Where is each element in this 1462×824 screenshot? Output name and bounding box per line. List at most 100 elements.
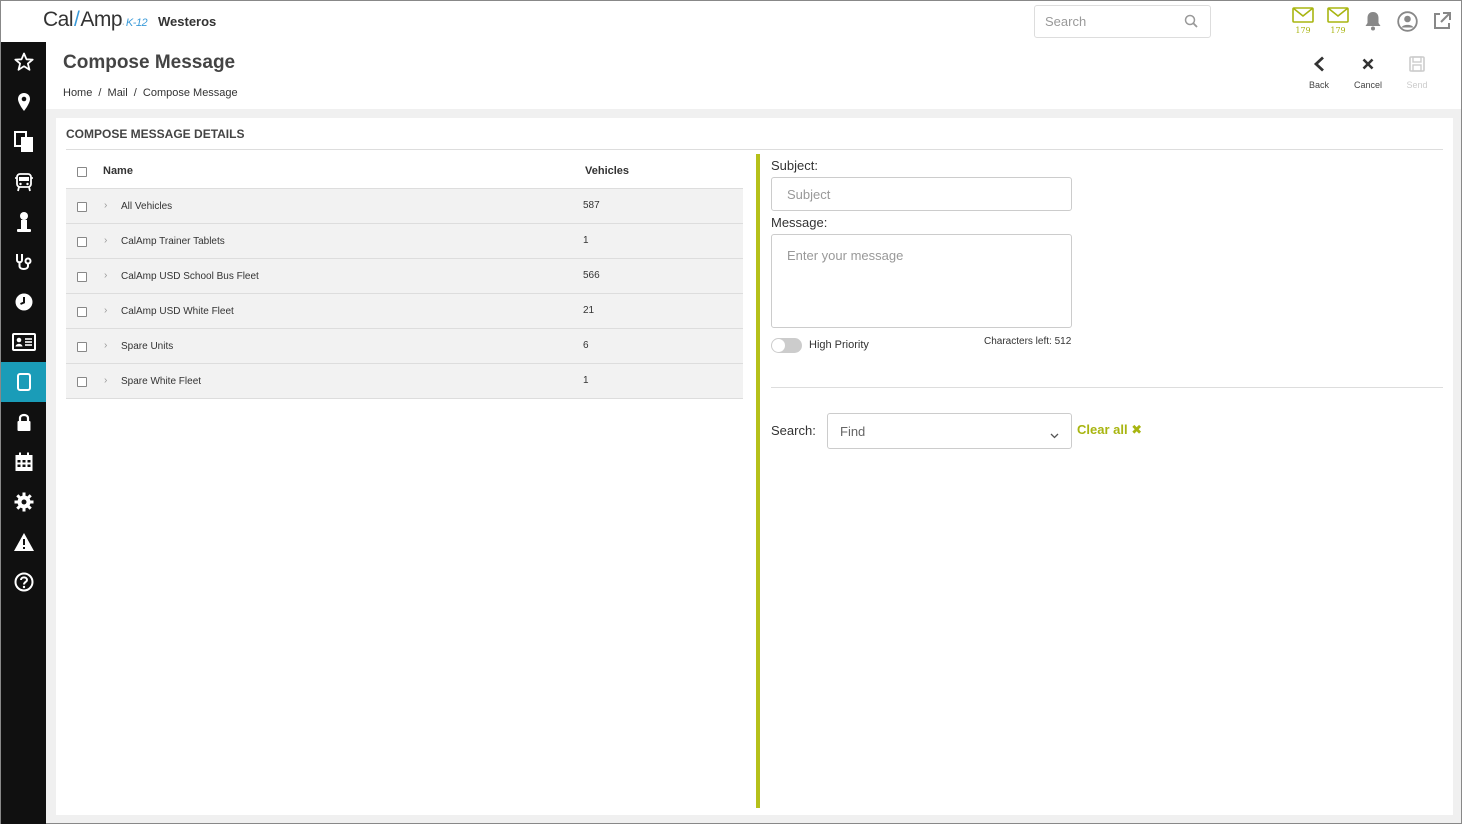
breadcrumb-separator: /	[133, 87, 137, 99]
sidebar-item-students[interactable]	[1, 202, 46, 242]
table-row[interactable]: › Spare White Fleet 1	[66, 364, 743, 399]
row-vehicles: 566	[583, 270, 600, 281]
mail-inbox-button[interactable]: 179	[1291, 7, 1315, 35]
find-dropdown[interactable]: Find	[827, 413, 1072, 449]
page-title: Compose Message	[63, 52, 236, 73]
save-icon	[1397, 54, 1437, 74]
breadcrumb-current: Compose Message	[142, 87, 238, 99]
sidebar-item-reports[interactable]	[1, 122, 46, 162]
breadcrumb-mail[interactable]: Mail	[108, 87, 128, 99]
calamp-logo[interactable]: Cal / Amp · K-12	[43, 8, 148, 32]
row-checkbox[interactable]	[77, 342, 87, 352]
row-name: Spare Units	[121, 341, 174, 352]
bus-icon	[14, 173, 33, 192]
table-row[interactable]: › CalAmp USD School Bus Fleet 566	[66, 259, 743, 294]
sidebar-item-history[interactable]	[1, 282, 46, 322]
mail-icon	[1327, 7, 1349, 27]
high-priority-toggle[interactable]	[771, 338, 802, 353]
table-row[interactable]: › CalAmp Trainer Tablets 1	[66, 224, 743, 259]
find-value: Find	[840, 424, 866, 439]
send-label: Send	[1406, 80, 1428, 90]
lock-icon	[17, 413, 30, 431]
search-icon[interactable]	[1184, 14, 1198, 33]
row-checkbox[interactable]	[77, 377, 87, 387]
chevron-right-icon[interactable]: ›	[104, 200, 107, 211]
cancel-label: Cancel	[1353, 80, 1382, 90]
logo-cal: Cal	[43, 8, 74, 31]
table-row[interactable]: › Spare Units 6	[66, 329, 743, 364]
user-profile-icon[interactable]	[1397, 11, 1418, 37]
map-pin-icon	[17, 93, 30, 111]
chevron-right-icon[interactable]: ›	[104, 305, 107, 316]
mail-count: 179	[1295, 26, 1311, 35]
recipient-table: Name Vehicles › All Vehicles 587 › CalAm…	[66, 154, 743, 399]
chevron-right-icon[interactable]: ›	[104, 340, 107, 351]
top-bar: Cal/Amp·K-12 Westeros 179 179	[1, 1, 1461, 42]
sidebar-item-drivers[interactable]	[1, 322, 46, 362]
sidebar-item-map[interactable]	[1, 82, 46, 122]
row-checkbox[interactable]	[77, 307, 87, 317]
cancel-button[interactable]: Cancel	[1348, 54, 1388, 90]
row-checkbox[interactable]	[77, 202, 87, 212]
breadcrumb-separator: /	[98, 87, 102, 99]
back-button[interactable]: Back	[1299, 54, 1339, 90]
external-link-icon[interactable]	[1432, 11, 1452, 36]
row-vehicles: 1	[583, 235, 589, 246]
tablet-icon	[16, 373, 31, 391]
row-checkbox[interactable]	[77, 272, 87, 282]
sidebar-item-settings[interactable]	[1, 482, 46, 522]
logo-amp: Amp	[80, 8, 123, 31]
table-header: Name Vehicles	[66, 154, 743, 189]
toggle-knob	[772, 339, 785, 352]
characters-left: Characters left: 512	[984, 336, 1072, 347]
row-name: All Vehicles	[121, 201, 173, 212]
clear-all-button[interactable]: Clear all ✖	[1077, 422, 1142, 438]
table-row[interactable]: › All Vehicles 587	[66, 189, 743, 224]
send-button[interactable]: Send	[1397, 54, 1437, 90]
back-label: Back	[1308, 80, 1329, 90]
sidebar	[1, 42, 46, 824]
sidebar-item-tablets[interactable]	[1, 362, 46, 402]
chevron-right-icon[interactable]: ›	[104, 270, 107, 281]
chevron-right-icon[interactable]: ›	[104, 375, 107, 386]
form-divider	[771, 387, 1443, 388]
message-textarea[interactable]	[771, 234, 1072, 328]
gear-icon	[14, 492, 33, 512]
mail-outbox-button[interactable]: 179	[1326, 7, 1350, 35]
row-vehicles: 587	[583, 200, 600, 211]
chevron-right-icon[interactable]: ›	[104, 235, 107, 246]
breadcrumb-home[interactable]: Home	[63, 87, 92, 99]
row-vehicles: 6	[583, 340, 589, 351]
mail-icon	[1292, 7, 1314, 27]
row-checkbox[interactable]	[77, 237, 87, 247]
subject-label: Subject:	[771, 158, 818, 173]
sidebar-item-buses[interactable]	[1, 162, 46, 202]
search-label: Search:	[771, 423, 816, 438]
person-icon	[16, 212, 31, 232]
table-row[interactable]: › CalAmp USD White Fleet 21	[66, 294, 743, 329]
page-header: Compose Message Home / Mail / Compose Me…	[46, 42, 1461, 109]
bell-icon[interactable]	[1364, 11, 1382, 36]
row-vehicles: 1	[583, 375, 589, 386]
column-header-name[interactable]: Name	[103, 165, 133, 177]
section-divider	[66, 149, 1443, 150]
chevron-down-icon	[1050, 426, 1059, 444]
high-priority-label: High Priority	[809, 339, 869, 351]
chevron-left-icon	[1299, 54, 1339, 74]
subject-input[interactable]	[771, 177, 1072, 211]
sidebar-item-diagnostics[interactable]	[1, 242, 46, 282]
vertical-divider	[756, 154, 760, 808]
row-name: CalAmp Trainer Tablets	[121, 236, 225, 247]
sidebar-item-alerts[interactable]	[1, 522, 46, 562]
row-name: CalAmp USD White Fleet	[121, 306, 234, 317]
select-all-checkbox[interactable]	[77, 167, 87, 177]
sidebar-item-calendar[interactable]	[1, 442, 46, 482]
breadcrumb: Home / Mail / Compose Message	[63, 87, 241, 99]
column-header-vehicles[interactable]: Vehicles	[585, 165, 629, 177]
sidebar-item-security[interactable]	[1, 402, 46, 442]
sidebar-item-help[interactable]	[1, 562, 46, 602]
global-search-input[interactable]	[1035, 6, 1175, 37]
sidebar-item-favorites[interactable]	[1, 42, 46, 82]
calendar-icon	[15, 452, 32, 471]
global-search	[1034, 5, 1211, 38]
